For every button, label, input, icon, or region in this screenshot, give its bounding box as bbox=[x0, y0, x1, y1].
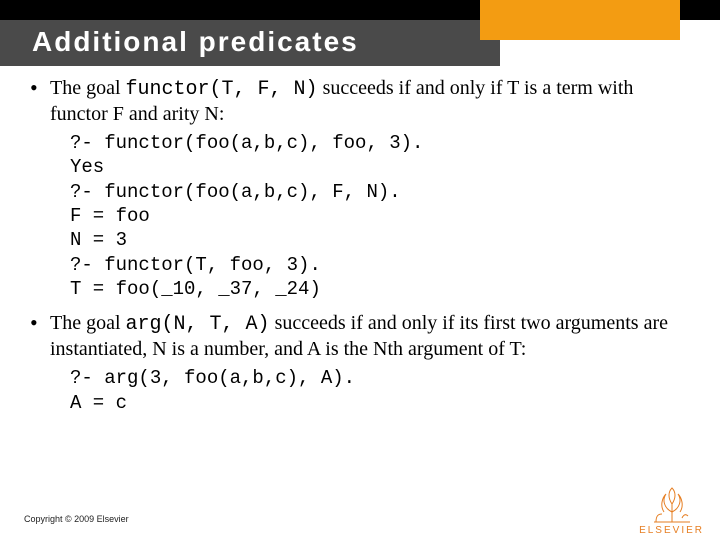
bullet-prefix: The goal bbox=[50, 312, 126, 334]
slide-content: The goal functor(T, F, N) succeeds if an… bbox=[0, 66, 720, 421]
tree-icon bbox=[650, 484, 694, 524]
code-block: ?- arg(3, foo(a,b,c), A). A = c bbox=[50, 362, 690, 421]
accent-box bbox=[480, 0, 680, 40]
publisher-name: ELSEVIER bbox=[639, 525, 704, 536]
code-block: ?- functor(foo(a,b,c), foo, 3). Yes ?- f… bbox=[50, 127, 690, 307]
bullet-item: The goal functor(T, F, N) succeeds if an… bbox=[30, 76, 690, 307]
inline-code: functor(T, F, N) bbox=[126, 78, 318, 101]
bullet-item: The goal arg(N, T, A) succeeds if and on… bbox=[30, 311, 690, 421]
page-title: Additional predicates bbox=[0, 20, 500, 66]
bullet-prefix: The goal bbox=[50, 77, 126, 99]
publisher-logo: ELSEVIER bbox=[639, 484, 704, 536]
inline-code: arg(N, T, A) bbox=[126, 313, 270, 336]
copyright-text: Copyright © 2009 Elsevier bbox=[24, 514, 129, 524]
